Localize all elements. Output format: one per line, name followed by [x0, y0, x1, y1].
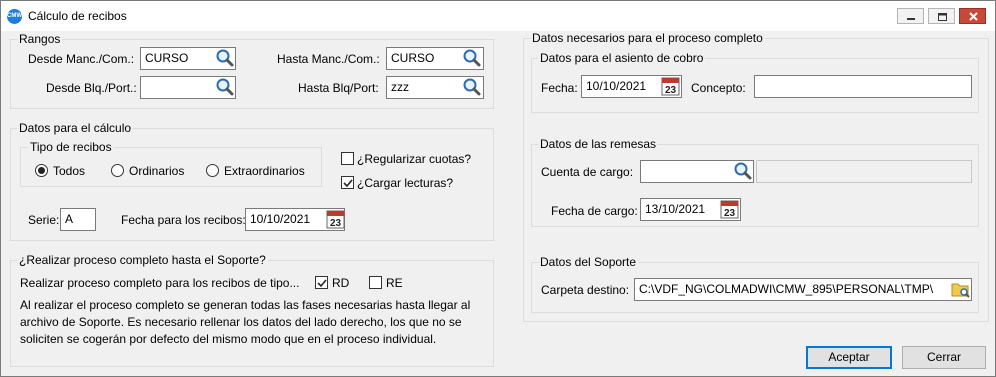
proceso-completo-legend: ¿Realizar proceso completo hasta el Sopo… [17, 253, 268, 267]
calendar-day-text: 23 [330, 218, 342, 229]
tipo-recibos-legend: Tipo de recibos [28, 140, 114, 154]
hasta-blq-search-button[interactable] [462, 77, 482, 97]
desde-manc-label: Desde Manc./Com.: [28, 52, 135, 66]
asiento-cobro-legend: Datos para el asiento de cobro [538, 51, 706, 65]
rd-checkbox[interactable] [315, 276, 328, 289]
fecha-recibos-label: Fecha para los recibos: [121, 213, 246, 227]
carpeta-destino-browse-button[interactable] [951, 279, 971, 299]
close-icon [969, 12, 978, 21]
cuenta-cargo-description-field [756, 160, 972, 183]
calendar-day-text: 23 [665, 85, 677, 96]
dialog-window: CMW Cálculo de recibos Rangos Desde Manc… [0, 0, 996, 377]
fecha-recibos-calendar-button[interactable]: 23 [326, 209, 346, 229]
re-label[interactable]: RE [386, 276, 403, 290]
rd-label[interactable]: RD [332, 276, 349, 290]
hasta-blq-label: Hasta Blq/Port: [298, 81, 379, 95]
maximize-button[interactable] [928, 8, 955, 24]
search-icon [734, 162, 752, 180]
carpeta-destino-input[interactable]: C:\VDF_NG\COLMADWI\CMW_895\PERSONAL\TMP\ [634, 278, 972, 301]
fecha-cargo-label: Fecha de cargo: [551, 204, 638, 218]
proceso-description-line-1: Al realizar el proceso completo se gener… [20, 298, 471, 312]
desde-blq-label: Desde Blq./Port.: [46, 81, 137, 95]
radio-extraordinarios[interactable] [206, 164, 219, 177]
calendar-day-text: 23 [724, 208, 736, 219]
radio-todos-label[interactable]: Todos [53, 164, 85, 178]
concepto-input[interactable] [754, 75, 972, 98]
radio-ordinarios-label[interactable]: Ordinarios [129, 164, 184, 178]
fecha-cargo-calendar-button[interactable]: 23 [720, 199, 740, 219]
re-checkbox[interactable] [369, 276, 382, 289]
cuenta-cargo-label: Cuenta de cargo: [541, 165, 634, 179]
proceso-tipo-label: Realizar proceso completo para los recib… [20, 276, 300, 290]
radio-extraordinarios-label[interactable]: Extraordinarios [224, 164, 305, 178]
proceso-description-line-3: soliciten se cogerán por defecto del mis… [20, 332, 437, 346]
calculo-legend: Datos para el cálculo [17, 121, 134, 135]
desde-blq-search-button[interactable] [215, 77, 235, 97]
hasta-manc-label: Hasta Manc./Com.: [277, 52, 380, 66]
serie-input[interactable]: A [60, 208, 96, 231]
radio-ordinarios[interactable] [111, 164, 124, 177]
remesas-legend: Datos de las remesas [538, 137, 659, 151]
folder-search-icon [951, 283, 970, 298]
window-title: Cálculo de recibos [28, 9, 127, 23]
proceso-description-line-2: archivo de Soporte. Es necesario rellena… [20, 315, 462, 329]
cargar-lecturas-label[interactable]: ¿Cargar lecturas? [357, 176, 453, 190]
cuenta-cargo-search-button[interactable] [733, 161, 753, 181]
cerrar-button[interactable]: Cerrar [902, 346, 986, 369]
soporte-legend: Datos del Soporte [538, 255, 639, 269]
desde-manc-search-button[interactable] [215, 48, 235, 68]
checkmark-icon [343, 179, 353, 188]
checkmark-icon [317, 279, 327, 288]
minimize-icon [907, 18, 915, 20]
carpeta-destino-label: Carpeta destino: [541, 283, 630, 297]
asiento-fecha-calendar-button[interactable]: 23 [661, 76, 681, 96]
app-icon: CMW [7, 9, 22, 24]
regularizar-checkbox[interactable] [341, 152, 354, 165]
calendar-icon: 23 [661, 77, 680, 96]
aceptar-button[interactable]: Aceptar [806, 346, 892, 369]
maximize-icon [938, 13, 947, 21]
close-button[interactable] [959, 8, 986, 24]
calendar-icon: 23 [326, 210, 345, 229]
cargar-lecturas-checkbox[interactable] [341, 176, 354, 189]
datos-completo-legend: Datos necesarios para el proceso complet… [530, 31, 765, 45]
title-bar[interactable]: CMW Cálculo de recibos [1, 1, 995, 31]
radio-todos[interactable] [35, 164, 48, 177]
rangos-legend: Rangos [17, 32, 63, 46]
search-icon [216, 49, 234, 67]
calendar-icon: 23 [720, 200, 739, 219]
search-icon [463, 78, 481, 96]
hasta-manc-search-button[interactable] [462, 48, 482, 68]
serie-label: Serie: [28, 213, 60, 227]
minimize-button[interactable] [897, 8, 924, 24]
search-icon [463, 49, 481, 67]
regularizar-label[interactable]: ¿Regularizar cuotas? [357, 152, 471, 166]
concepto-label: Concepto: [691, 81, 746, 95]
search-icon [216, 78, 234, 96]
asiento-fecha-label: Fecha: [541, 81, 578, 95]
